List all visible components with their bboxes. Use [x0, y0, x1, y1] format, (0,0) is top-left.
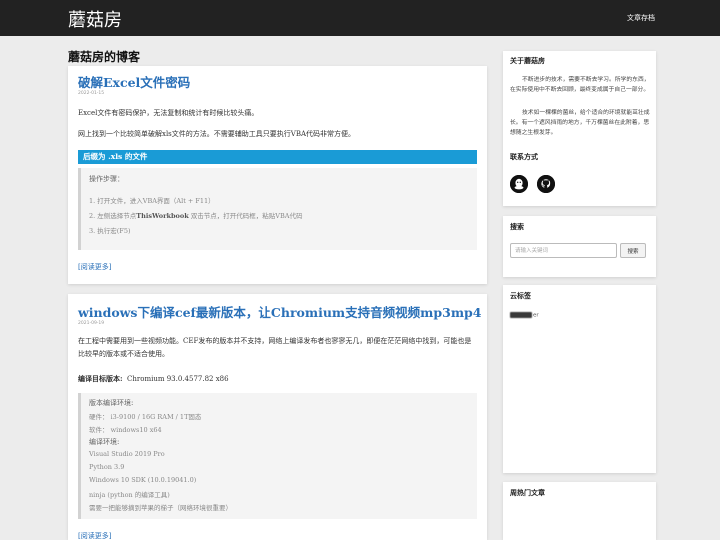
- about-paragraph: 不断进步的技术，需要不断去学习。所学的东西，在实际使用中不断去回顾，最终变成属于…: [510, 77, 650, 93]
- read-more-link[interactable]: [阅读更多]: [78, 531, 111, 540]
- env-line: Windows 10 SDK (10.0.19041.0): [89, 476, 197, 484]
- hot-posts-widget: 周热门文章: [503, 482, 656, 540]
- env-blockquote: 版本编译环境: 硬件： i3-9100 / 16G RAM / 1T固态 软件：…: [78, 393, 477, 519]
- read-more-link[interactable]: [阅读更多]: [78, 262, 111, 272]
- search-title: 搜索: [510, 223, 524, 231]
- step-text: 双击节点，打开代码框，粘贴VBA代码: [188, 212, 303, 220]
- steps-blockquote: 操作步骤： 1. 打开文件，进入VBA界面（Alt + F11） 2. 左侧选择…: [78, 168, 477, 250]
- env-line: 编译环境:: [89, 438, 120, 446]
- tags-widget: 云标签 er: [503, 285, 656, 473]
- step-item: 2. 左侧选择节点ThisWorkbook 双击节点，打开代码框，粘贴VBA代码: [89, 210, 302, 220]
- env-line: 软件： windows10 x64: [89, 426, 162, 434]
- contact-icons: [510, 175, 560, 195]
- search-button[interactable]: 搜索: [620, 243, 646, 258]
- env-line: Visual Studio 2019 Pro: [89, 450, 165, 458]
- search-widget: 搜索 搜索: [503, 216, 656, 277]
- step-text: 2. 左侧选择节点: [89, 212, 137, 220]
- build-target-value: Chromium 93.0.4577.82 x86: [127, 375, 229, 383]
- env-line: Python 3.9: [89, 463, 125, 471]
- env-line: ninja (python 的编译工具): [89, 491, 170, 499]
- post-paragraph: 网上找到一个比较简单破解xls文件的方法。不需要辅助工具只要执行VBA代码非常方…: [78, 130, 356, 138]
- about-title: 关于蘑菇房: [510, 57, 545, 65]
- build-target: 编译目标版本: Chromium 93.0.4577.82 x86: [78, 372, 478, 386]
- tags-title: 云标签: [510, 292, 531, 300]
- contact-title: 联系方式: [510, 153, 538, 161]
- nav-archive-link[interactable]: 文章存档: [627, 13, 655, 23]
- top-navbar: 蘑菇房 文章存档: [0, 0, 720, 36]
- post-paragraph: Excel文件有密码保护，无法复制和统计有时候比较头痛。: [78, 109, 259, 117]
- github-icon[interactable]: [537, 175, 555, 193]
- post-date: 2022-01-15: [78, 91, 105, 96]
- step-item: 1. 打开文件，进入VBA界面（Alt + F11）: [89, 197, 215, 205]
- about-paragraph: 技术如一棵棵的菌丝，给个适合的环境就能茁壮成长。有一个遮风挡雨的地方，千万棵菌丝…: [510, 110, 650, 136]
- step-item: 3. 执行宏(F5): [89, 227, 131, 235]
- section-heading: 后缀为 .xls 的文件: [78, 150, 477, 164]
- build-target-label: 编译目标版本:: [78, 374, 123, 383]
- env-line: 需要一把能够摘到苹果的梯子（网络环境很重要）: [89, 504, 232, 512]
- post-card: windows下编译cef最新版本，让Chromium支持音频视频mp3mp4 …: [68, 294, 487, 540]
- post-title[interactable]: windows下编译cef最新版本，让Chromium支持音频视频mp3mp4: [78, 302, 482, 321]
- about-widget: 关于蘑菇房 不断进步的技术，需要不断去学习。所学的东西，在实际使用中不断去回顾，…: [503, 51, 656, 206]
- post-date: 2021-09-19: [78, 321, 105, 326]
- site-title[interactable]: 蘑菇房: [68, 6, 122, 32]
- step-code: ThisWorkbook: [136, 212, 189, 220]
- tag-link[interactable]: er: [510, 312, 539, 319]
- post-title[interactable]: 破解Excel文件密码: [78, 72, 190, 91]
- env-line: 版本编译环境:: [89, 399, 134, 407]
- search-input[interactable]: [510, 243, 617, 258]
- env-line: 硬件： i3-9100 / 16G RAM / 1T固态: [89, 413, 202, 421]
- hot-posts-title: 周热门文章: [510, 489, 545, 497]
- steps-label: 操作步骤：: [89, 175, 124, 183]
- post-card: 破解Excel文件密码 2022-01-15 Excel文件有密码保护，无法复制…: [68, 66, 487, 284]
- qq-icon[interactable]: [510, 175, 528, 193]
- blog-heading: 蘑菇房的博客: [68, 50, 141, 64]
- post-paragraph: 在工程中需要用到一些视频功能。CEF发布的版本并不支持，网络上编译发布者也寥寥无…: [78, 337, 472, 358]
